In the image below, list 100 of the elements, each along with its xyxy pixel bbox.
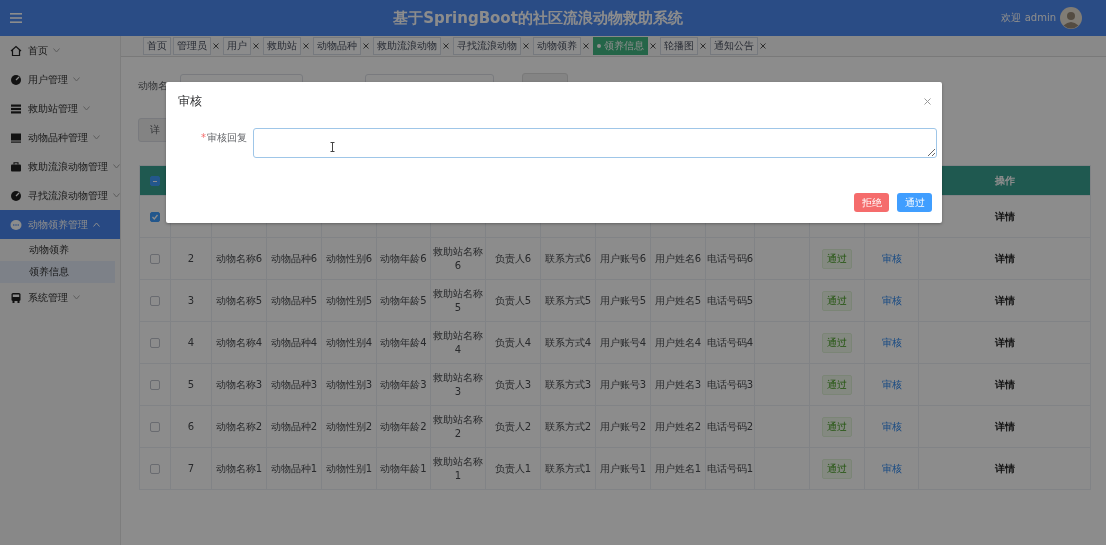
table-cell: 动物品种5: [270, 293, 318, 308]
required-mark: *: [201, 132, 206, 143]
menu-item[interactable]: 首页: [0, 36, 120, 65]
table-cell: 电话号码6: [706, 251, 754, 266]
menu-item[interactable]: 用户管理: [0, 65, 120, 94]
tab[interactable]: 用户: [223, 37, 251, 55]
tab[interactable]: 管理员: [173, 37, 211, 55]
status-tag: 通过: [822, 416, 852, 437]
details-link[interactable]: 详情: [994, 252, 1015, 264]
table-cell: 动物品种2: [270, 419, 318, 434]
row-checkbox[interactable]: [150, 380, 160, 390]
table-cell: 负责人1: [494, 461, 532, 476]
tab[interactable]: 动物品种: [313, 37, 361, 55]
briefcase-icon: [10, 160, 22, 173]
row-checkbox[interactable]: [150, 464, 160, 474]
table-cell: 动物年龄5: [380, 293, 427, 308]
submenu-item[interactable]: 动物领养: [0, 239, 120, 261]
field-label: 审核回复: [207, 132, 247, 143]
details-link[interactable]: 详情: [994, 210, 1015, 222]
menu-item[interactable]: 救助流浪动物管理: [0, 152, 120, 181]
tab[interactable]: 轮播图: [660, 37, 698, 55]
tab[interactable]: 救助流浪动物: [373, 37, 441, 55]
table-cell: 动物性别1: [325, 461, 373, 476]
table-cell: 联系方式5: [544, 293, 592, 308]
table-cell: 用户姓名5: [654, 293, 702, 308]
review-link[interactable]: 审核: [881, 378, 902, 390]
review-link[interactable]: 审核: [881, 252, 902, 264]
tab[interactable]: 动物领养: [533, 37, 581, 55]
table-cell: 用户姓名1: [654, 461, 702, 476]
table-cell: 负责人4: [494, 335, 532, 350]
table-cell: 动物性别6: [325, 251, 373, 266]
table-cell: 负责人6: [494, 251, 532, 266]
table-cell: 2: [187, 253, 195, 264]
menu-item[interactable]: 寻找流浪动物管理: [0, 181, 120, 210]
dialog-title: 审核: [178, 92, 202, 110]
approve-button[interactable]: 通过: [897, 193, 932, 212]
menu-icon: [10, 13, 22, 23]
table-cell: 动物名称3: [215, 377, 263, 392]
home-icon: [10, 44, 22, 57]
review-link[interactable]: 审核: [881, 294, 902, 306]
chevron-down-icon: [93, 135, 100, 140]
chevron-down-icon: [83, 106, 90, 111]
table-cell: 动物年龄1: [380, 461, 427, 476]
details-link[interactable]: 详情: [994, 462, 1015, 474]
status-tag: 通过: [822, 332, 852, 353]
avatar-icon: [1060, 7, 1082, 29]
tab[interactable]: 首页: [143, 37, 171, 55]
table-cell: 电话号码2: [706, 419, 754, 434]
chevron-down-icon: [73, 77, 80, 82]
menu-item[interactable]: 动物品种管理: [0, 123, 120, 152]
table-cell: 负责人2: [494, 419, 532, 434]
details-link[interactable]: 详情: [994, 294, 1015, 306]
table-cell: 动物品种6: [270, 251, 318, 266]
table-cell: 救助站名称4: [432, 328, 484, 357]
table-cell: 7: [187, 463, 195, 474]
table-cell: 动物性别5: [325, 293, 373, 308]
tab[interactable]: 通知公告: [710, 37, 758, 55]
table-cell: 联系方式2: [544, 419, 592, 434]
details-link[interactable]: 详情: [994, 336, 1015, 348]
table-cell: 救助站名称6: [432, 244, 484, 273]
row-checkbox[interactable]: [150, 254, 160, 264]
table-cell: 动物品种1: [270, 461, 318, 476]
menu-item[interactable]: 动物领养管理: [0, 210, 120, 239]
tab[interactable]: 救助站: [263, 37, 301, 55]
bus-icon: [10, 291, 22, 304]
monitor-icon: [10, 131, 22, 144]
status-tag: 通过: [822, 458, 852, 479]
row-checkbox[interactable]: [150, 422, 160, 432]
check-icon: [151, 213, 159, 221]
chevron-down-icon: [73, 295, 80, 300]
details-link[interactable]: 详情: [994, 378, 1015, 390]
table-cell: 动物性别2: [325, 419, 373, 434]
table-cell: 动物性别4: [325, 335, 373, 350]
reply-field[interactable]: [253, 128, 937, 158]
row-checkbox[interactable]: [150, 296, 160, 306]
table-cell: 5: [187, 379, 195, 390]
tab[interactable]: 寻找流浪动物: [453, 37, 521, 55]
table-cell: 用户账号4: [599, 335, 647, 350]
table-cell: 6: [187, 421, 195, 432]
review-link[interactable]: 审核: [881, 462, 902, 474]
table-cell: 负责人5: [494, 293, 532, 308]
column-header: 操作: [994, 174, 1015, 186]
table-cell: 用户姓名2: [654, 419, 702, 434]
submenu-item[interactable]: 领养信息: [0, 261, 115, 283]
table-cell: 用户账号5: [599, 293, 647, 308]
reject-button[interactable]: 拒绝: [854, 193, 889, 212]
welcome-text: 欢迎 admin: [1001, 11, 1056, 25]
row-checkbox[interactable]: [150, 338, 160, 348]
status-tag: 通过: [822, 374, 852, 395]
menu-item[interactable]: 系统管理: [0, 283, 120, 312]
table-cell: 救助站名称3: [432, 370, 484, 399]
table-cell: 用户账号3: [599, 377, 647, 392]
review-link[interactable]: 审核: [881, 420, 902, 432]
table-cell: 电话号码4: [706, 335, 754, 350]
review-link[interactable]: 审核: [881, 336, 902, 348]
row-checkbox[interactable]: [150, 212, 160, 222]
menu-item[interactable]: 救助站管理: [0, 94, 120, 123]
table-cell: 联系方式1: [544, 461, 592, 476]
details-link[interactable]: 详情: [994, 420, 1015, 432]
select-all-checkbox[interactable]: [150, 176, 160, 186]
